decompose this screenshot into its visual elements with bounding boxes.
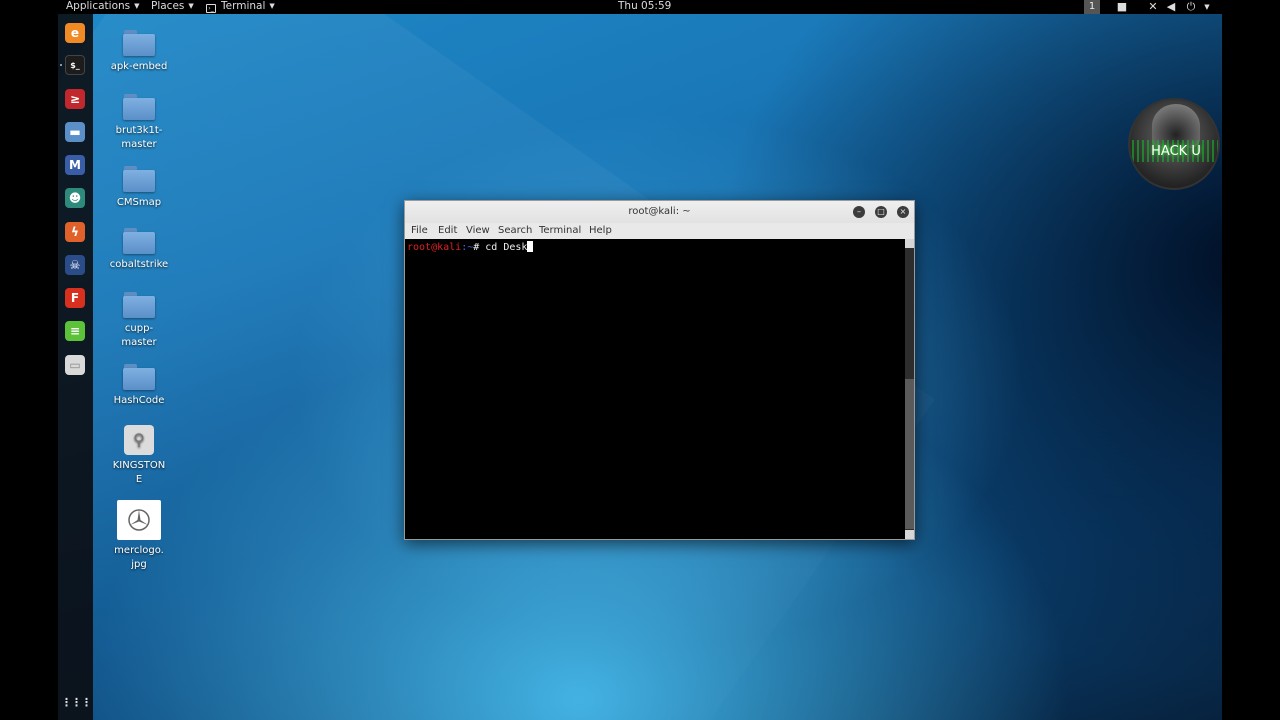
terminal-icon[interactable]: $_ xyxy=(65,55,85,75)
desktop-icon-label: HashCode xyxy=(113,395,165,406)
terminal-menubar: File Edit View Search Terminal Help xyxy=(405,223,914,239)
firefox-icon[interactable]: e xyxy=(65,23,85,43)
places-label: Places xyxy=(151,0,185,12)
camera-icon[interactable]: ■ xyxy=(1116,1,1128,13)
menu-help[interactable]: Help xyxy=(589,223,612,239)
running-indicator xyxy=(60,64,62,66)
prompt-path: :~ xyxy=(461,242,474,253)
folder-icon xyxy=(123,292,155,318)
maximize-icon[interactable]: □ xyxy=(875,206,887,218)
letterbox-right xyxy=(1222,0,1280,720)
chevron-down-icon: ▼ xyxy=(134,2,140,10)
chevron-down-icon[interactable]: ▼ xyxy=(1201,1,1213,13)
burpsuite-icon[interactable]: ϟ xyxy=(65,222,85,242)
chevron-down-icon: ▼ xyxy=(269,2,275,10)
desktop-icon-label: merclogo. jpg xyxy=(114,545,164,570)
scroll-down-button[interactable] xyxy=(905,530,914,539)
terminal-window[interactable]: root@kali: ~ – □ × File Edit View Search Ter… xyxy=(404,200,915,540)
minimize-icon[interactable]: – xyxy=(853,206,865,218)
text-cursor xyxy=(527,241,534,252)
letterbox-left xyxy=(0,0,58,720)
applications-label: Applications xyxy=(66,0,131,12)
folder-icon xyxy=(123,166,155,192)
folder-icon xyxy=(123,94,155,120)
desktop-icon-cmsmap[interactable]: CMSmap xyxy=(101,166,177,210)
terminal-scrollbar[interactable] xyxy=(905,239,914,539)
close-icon[interactable]: × xyxy=(897,206,909,218)
menu-file[interactable]: File xyxy=(411,223,428,239)
folder-icon xyxy=(123,30,155,56)
folder-icon xyxy=(123,228,155,254)
folder-icon xyxy=(123,364,155,390)
applications-menu[interactable]: Applications ▼ xyxy=(66,0,140,14)
hack-u-label: HACK U xyxy=(1151,144,1201,159)
metasploit-icon[interactable]: ≥ xyxy=(65,89,85,109)
desktop-icon-label: CMSmap xyxy=(116,197,162,208)
power-icon[interactable]: ⏻ xyxy=(1185,1,1197,13)
window-titlebar[interactable]: root@kali: ~ – □ × xyxy=(405,201,914,223)
scroll-thumb[interactable] xyxy=(905,379,914,529)
clock[interactable]: Thu 05:59 xyxy=(618,0,671,14)
network-icon[interactable]: ✕ xyxy=(1147,1,1159,13)
desktop-icon-label: cobaltstrike xyxy=(109,259,169,270)
chevron-down-icon: ▼ xyxy=(188,2,194,10)
usb-drive-icon[interactable]: ▭ xyxy=(65,355,85,375)
maltego-icon[interactable]: M xyxy=(65,155,85,175)
top-panel: Applications ▼ Places ▼ ›_ Terminal ▼ Thu 05… xyxy=(58,0,1222,14)
prompt-symbol: # xyxy=(473,242,486,253)
files-icon[interactable]: ▬ xyxy=(65,122,85,142)
command-input[interactable]: cd Desk xyxy=(485,242,527,253)
prompt-user: root@kali xyxy=(407,242,462,253)
terminal-label: Terminal xyxy=(221,0,266,12)
desktop-icon-merclogo-jpg[interactable]: merclogo. jpg xyxy=(101,500,177,572)
terminal-output[interactable]: root@kali:~# cd Desk xyxy=(405,239,905,539)
menu-terminal[interactable]: Terminal xyxy=(539,223,581,239)
dock: ⋮⋮⋮ e $_ ≥ ▬ M ☻ ϟ ☠ F ≡ ▭ xyxy=(58,14,93,720)
desktop-icon-apk-embed[interactable]: apk-embed xyxy=(101,30,177,74)
menu-view[interactable]: View xyxy=(466,223,490,239)
volume-icon[interactable]: ◀ xyxy=(1165,1,1177,13)
desktop-icon-kingstone[interactable]: ⚲ KINGSTON E xyxy=(101,425,177,487)
armitage-icon[interactable]: ☻ xyxy=(65,188,85,208)
desktop-icon-brut3k1t-master[interactable]: brut3k1t- master xyxy=(101,94,177,152)
desktop-icon-cobaltstrike[interactable]: cobaltstrike xyxy=(101,228,177,272)
desktop-icon-cupp-master[interactable]: cupp- master xyxy=(101,292,177,350)
desktop-icon-hashcode[interactable]: HashCode xyxy=(101,364,177,408)
show-applications-icon[interactable]: ⋮⋮⋮ xyxy=(61,692,92,712)
menu-edit[interactable]: Edit xyxy=(438,223,457,239)
terminal-icon: ›_ xyxy=(206,4,216,13)
places-menu[interactable]: Places ▼ xyxy=(151,0,194,14)
usb-drive-icon: ⚲ xyxy=(124,425,154,455)
scroll-up-button[interactable] xyxy=(905,239,914,248)
text-editor-icon[interactable]: ≡ xyxy=(65,321,85,341)
faraday-icon[interactable]: F xyxy=(65,288,85,308)
hack-u-logo: HACK U xyxy=(1128,98,1220,190)
desktop-icon-label: KINGSTON E xyxy=(112,460,166,485)
beef-icon[interactable]: ☠ xyxy=(65,255,85,275)
desktop-icon-label: cupp- master xyxy=(121,323,157,348)
workspace-indicator[interactable]: 1 xyxy=(1084,0,1100,14)
desktop-icon-label: brut3k1t- master xyxy=(115,125,163,150)
desktop-icon-label: apk-embed xyxy=(110,61,168,72)
image-thumbnail-icon xyxy=(117,500,161,540)
terminal-app-menu[interactable]: ›_ Terminal ▼ xyxy=(206,0,275,14)
window-title: root@kali: ~ xyxy=(628,206,691,217)
menu-search[interactable]: Search xyxy=(498,223,532,239)
